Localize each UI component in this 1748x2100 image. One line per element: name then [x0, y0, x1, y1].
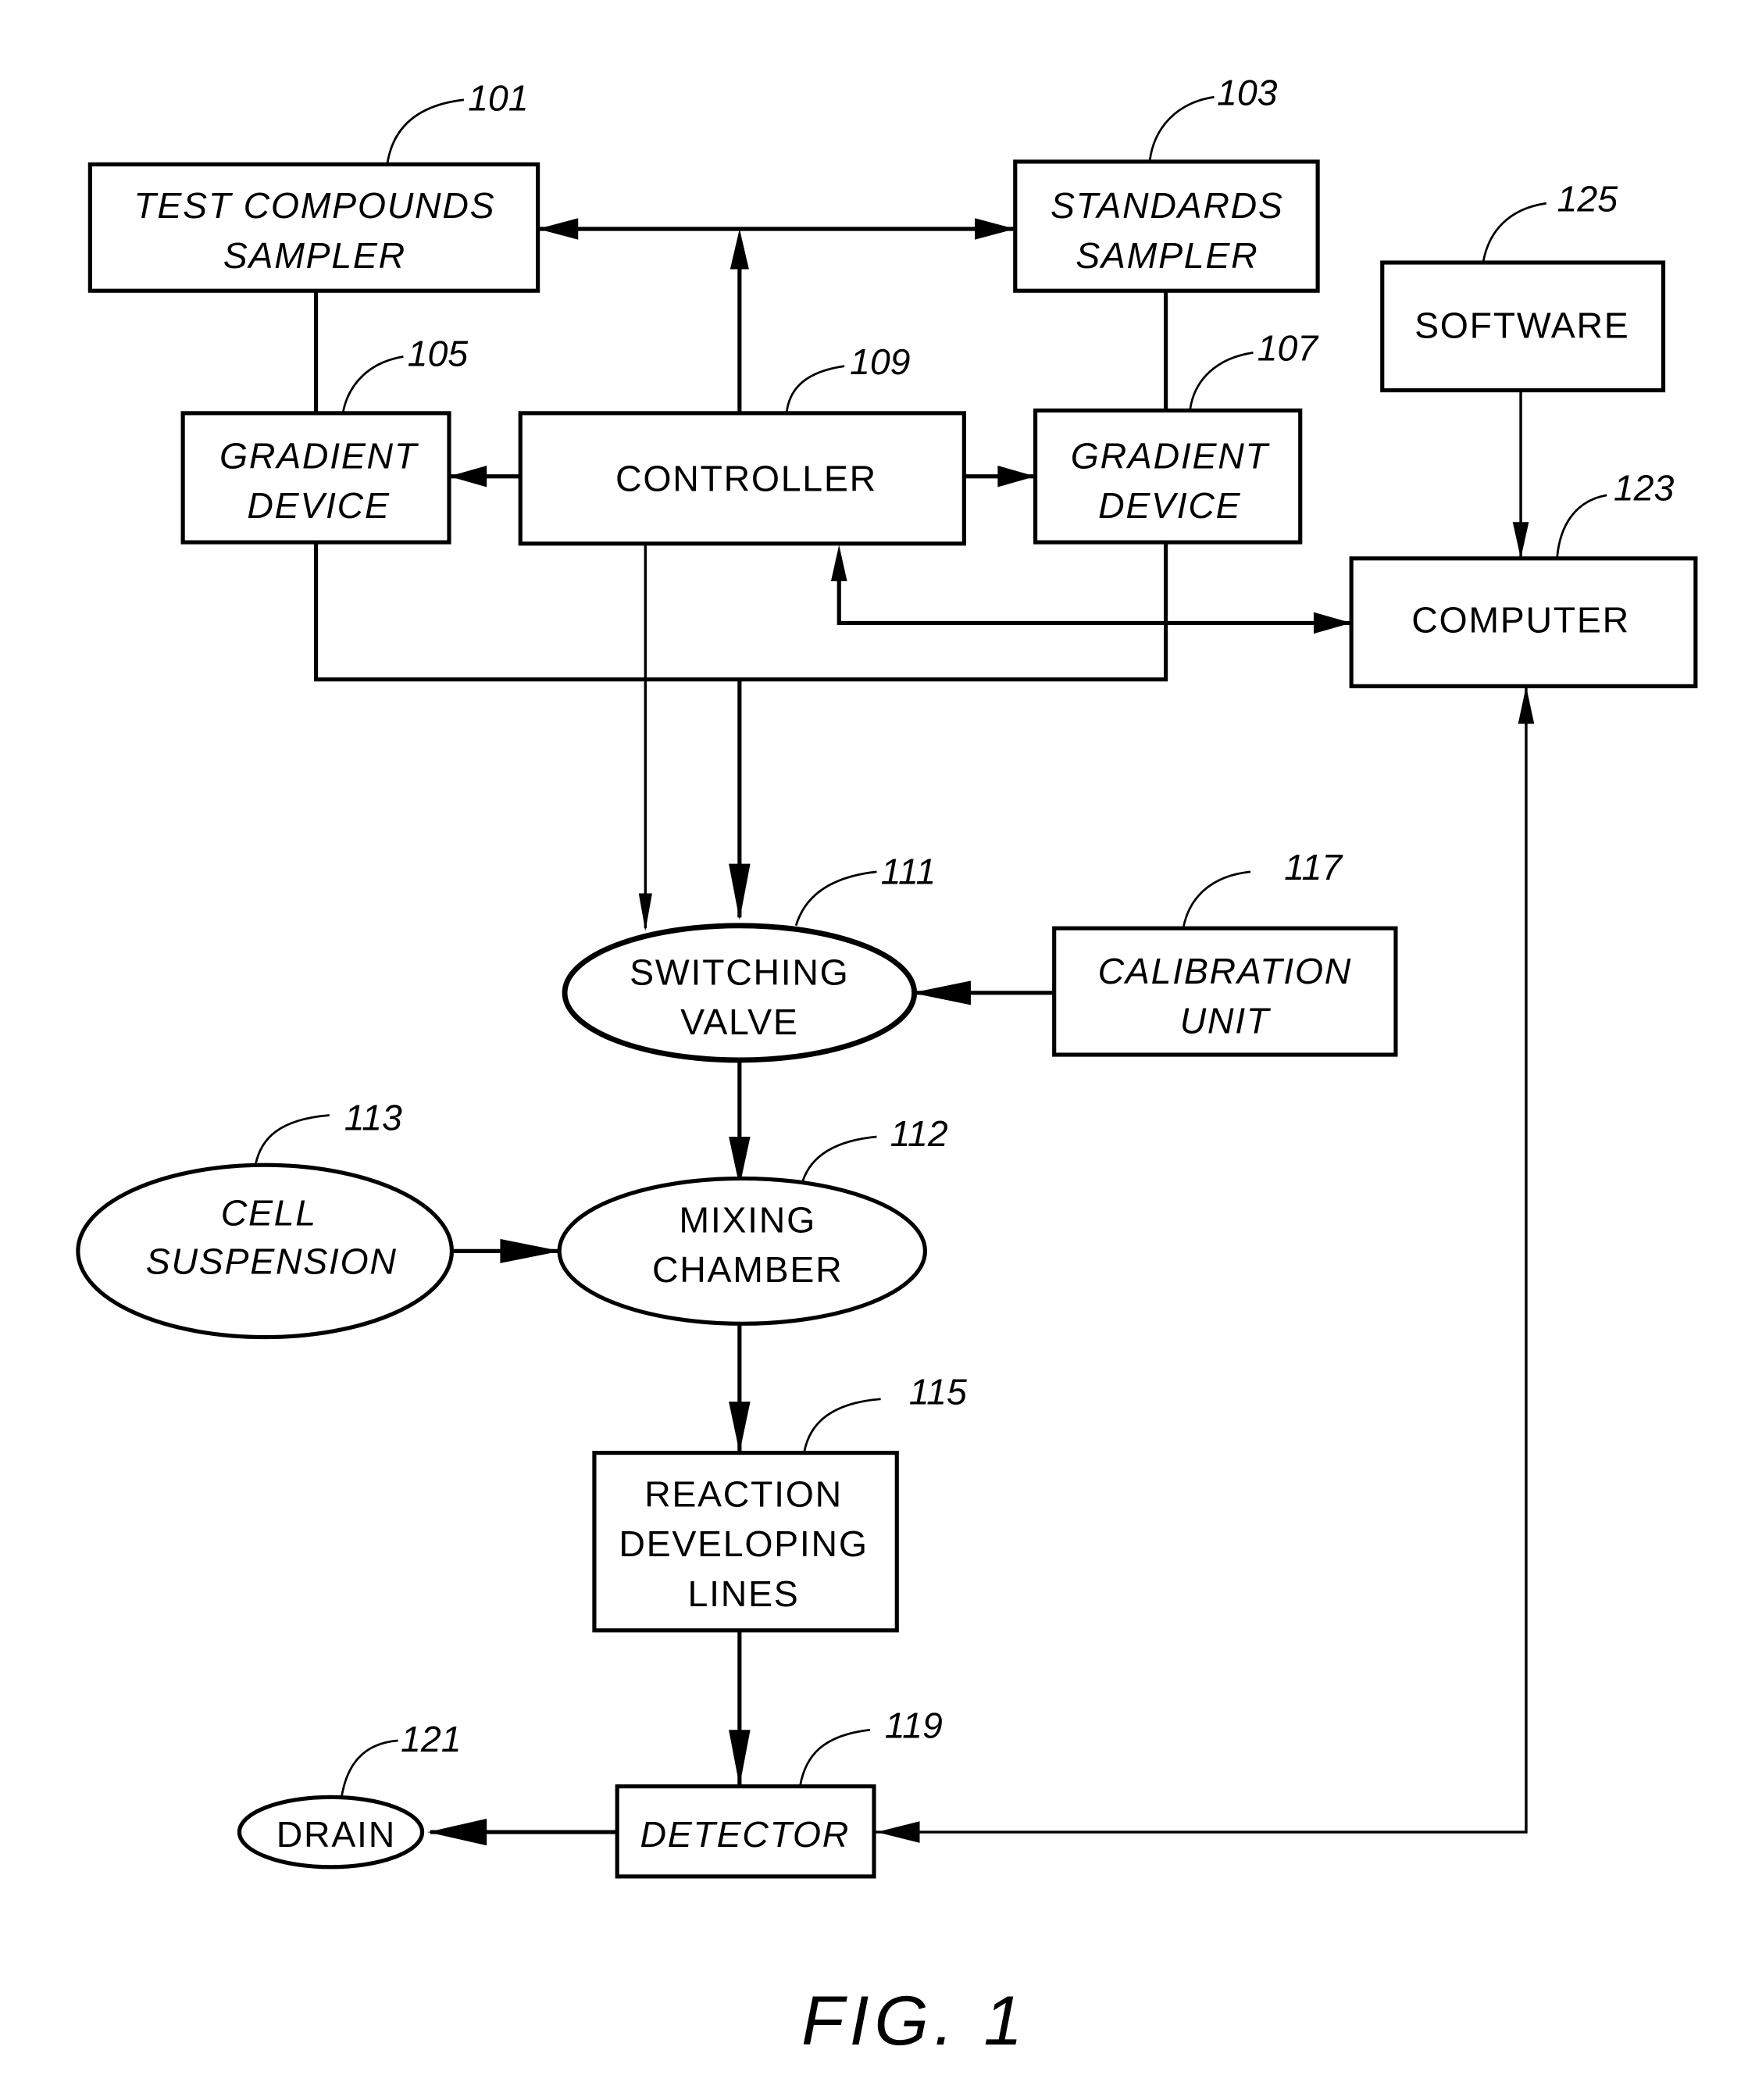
switching-valve-label-line1: SWITCHING: [630, 952, 849, 993]
arrowhead-to-left-gradient: [448, 465, 487, 488]
reaction-developing-lines-label-line2: DEVELOPING: [619, 1523, 868, 1564]
ref-117: 117: [1284, 847, 1343, 888]
node-standards-sampler: STANDARDS SAMPLER 103: [1013, 73, 1320, 293]
standards-sampler-label-line2: SAMPLER: [1076, 235, 1258, 276]
ref-109: 109: [850, 341, 911, 382]
arrowhead-bus-to-valve: [729, 863, 751, 920]
ref-105: 105: [408, 334, 469, 374]
arrowhead-to-test-sampler: [537, 218, 579, 240]
leader-109: [785, 365, 845, 413]
node-drain: DRAIN 121: [237, 1719, 462, 1870]
arrowhead-calibration-to-valve: [911, 980, 971, 1005]
connector-detector-to-computer: [874, 686, 1528, 1834]
calibration-unit-label-line2: UNIT: [1180, 1000, 1272, 1041]
node-cell-suspension: CELL SUSPENSION 113: [76, 1097, 455, 1340]
test-compounds-sampler-label-line2: SAMPLER: [223, 235, 406, 276]
node-software: SOFTWARE 125: [1380, 179, 1666, 393]
ref-123: 123: [1614, 468, 1675, 509]
leader-111: [794, 870, 877, 927]
leader-119: [798, 1728, 870, 1787]
node-mixing-chamber: MIXING CHAMBER 112: [557, 1113, 948, 1326]
ref-119: 119: [885, 1705, 943, 1746]
node-controller: CONTROLLER 109: [518, 341, 966, 546]
node-gradient-device-left: GRADIENT DEVICE 105: [180, 334, 469, 545]
node-test-compounds-sampler: TEST COMPOUNDS SAMPLER 101: [87, 78, 540, 293]
node-switching-valve: SWITCHING VALVE 111: [562, 851, 936, 1063]
controller-label: CONTROLLER: [615, 459, 877, 499]
software-label: SOFTWARE: [1414, 305, 1629, 345]
mixing-chamber-label-line2: CHAMBER: [652, 1249, 843, 1290]
ref-121: 121: [401, 1719, 462, 1759]
arrowhead-to-detector: [876, 1821, 920, 1843]
gradient-device-right-label-line1: GRADIENT: [1071, 435, 1271, 476]
test-compounds-sampler-label-line1: TEST COMPOUNDS: [134, 185, 495, 226]
arrowhead-software-to-computer: [1512, 522, 1529, 559]
leader-107: [1189, 352, 1254, 411]
leader-112: [801, 1135, 877, 1182]
arrowhead-detector-to-drain: [427, 1818, 487, 1846]
arrowhead-up-to-bus: [730, 229, 749, 270]
gradient-device-left-label-line2: DEVICE: [247, 485, 390, 526]
ref-111: 111: [881, 851, 936, 891]
gradient-device-left-label-line1: GRADIENT: [219, 435, 419, 476]
node-gradient-device-right: GRADIENT DEVICE 107: [1033, 328, 1320, 545]
leader-125: [1482, 202, 1546, 263]
drain-label: DRAIN: [276, 1814, 396, 1855]
leader-123: [1556, 494, 1607, 559]
leader-115: [803, 1398, 881, 1453]
arrowhead-detector-to-computer: [1518, 686, 1535, 724]
node-detector: DETECTOR 119: [615, 1705, 943, 1879]
arrowhead-to-controller: [830, 545, 847, 582]
node-reaction-developing-lines: REACTION DEVELOPING LINES 115: [592, 1372, 967, 1633]
arrowhead-to-right-gradient: [997, 465, 1036, 488]
leader-121: [340, 1739, 398, 1798]
ref-103: 103: [1217, 73, 1278, 113]
figure-caption: FIG. 1: [801, 1981, 1028, 2059]
detector-label: DETECTOR: [640, 1814, 850, 1855]
ref-107: 107: [1257, 328, 1320, 369]
arrowhead-to-computer: [1313, 612, 1352, 634]
flow-diagram: TEST COMPOUNDS SAMPLER 101 STANDARDS SAM…: [76, 73, 1698, 2059]
computer-label: COMPUTER: [1411, 599, 1630, 640]
node-computer: COMPUTER 123: [1349, 468, 1698, 688]
arrowhead-mixing-to-reaction: [729, 1402, 751, 1453]
standards-sampler-label-line1: STANDARDS: [1051, 185, 1284, 226]
arrowhead-cell-to-mixing: [500, 1238, 561, 1263]
arrowhead-reaction-to-detector: [729, 1730, 751, 1787]
leader-101: [386, 98, 465, 165]
calibration-unit-label-line1: CALIBRATION: [1098, 951, 1352, 991]
ref-115: 115: [909, 1372, 967, 1412]
reaction-developing-lines-label-line1: REACTION: [644, 1473, 843, 1514]
ref-101: 101: [468, 78, 529, 119]
cell-suspension-label-line2: SUSPENSION: [146, 1241, 398, 1282]
leader-117: [1182, 870, 1251, 929]
cell-suspension-label-line1: CELL: [221, 1193, 317, 1234]
ref-125: 125: [1557, 179, 1618, 220]
mixing-chamber-label-line1: MIXING: [679, 1199, 816, 1240]
leader-103: [1148, 95, 1215, 162]
ref-113: 113: [344, 1097, 402, 1138]
leader-113: [254, 1114, 330, 1166]
arrowhead-controller-to-valve: [638, 893, 652, 931]
leader-105: [341, 355, 404, 414]
gradient-device-right-label-line2: DEVICE: [1098, 485, 1241, 526]
ref-112: 112: [890, 1113, 948, 1154]
connector-gradient-bus: [313, 542, 1168, 682]
arrowhead-to-standards-sampler: [975, 218, 1015, 240]
connector-controller-computer: [837, 554, 1352, 625]
reaction-developing-lines-label-line3: LINES: [688, 1573, 800, 1614]
switching-valve-label-line2: VALVE: [680, 1002, 799, 1042]
node-calibration-unit: CALIBRATION UNIT 117: [1052, 847, 1398, 1057]
